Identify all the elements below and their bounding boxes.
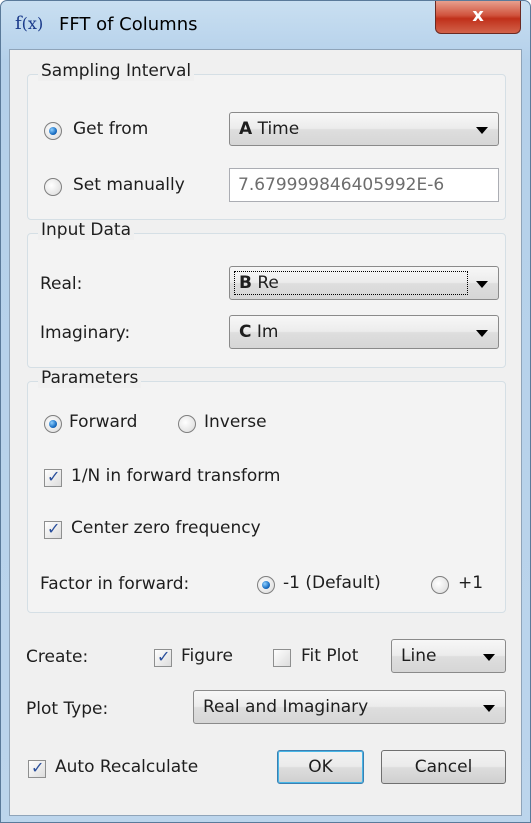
set-manually-label[interactable]: Set manually xyxy=(73,175,185,195)
real-column-key: B xyxy=(239,273,252,293)
window-title: FFT of Columns xyxy=(59,14,198,35)
inverse-radio[interactable] xyxy=(178,415,196,433)
input-data-group: Input Data Real: B Re Imaginary: C Im xyxy=(27,220,506,368)
plot-style-value: Line xyxy=(401,646,437,666)
chevron-down-icon xyxy=(476,281,488,288)
sampling-column-combo[interactable]: A Time xyxy=(229,112,499,146)
function-fx-icon: f(x) xyxy=(15,13,44,34)
figure-label[interactable]: Figure xyxy=(181,646,233,666)
fit-plot-label[interactable]: Fit Plot xyxy=(301,646,358,666)
plot-style-combo[interactable]: Line xyxy=(391,639,506,673)
factor-minus1-label[interactable]: -1 (Default) xyxy=(283,573,381,593)
imaginary-column-key: C xyxy=(239,322,252,342)
parameters-title: Parameters xyxy=(38,368,142,388)
sampling-column-name: Time xyxy=(257,119,300,139)
one-over-n-label[interactable]: 1/N in forward transform xyxy=(71,466,281,486)
fft-dialog-window: f(x) FFT of Columns x Sampling Interval … xyxy=(0,0,531,823)
ok-button[interactable]: OK xyxy=(277,750,364,784)
forward-radio[interactable] xyxy=(44,415,62,433)
one-over-n-checkbox[interactable] xyxy=(44,467,62,487)
chevron-down-icon xyxy=(476,330,488,337)
real-column-combo[interactable]: B Re xyxy=(229,266,499,300)
chevron-down-icon xyxy=(476,127,488,134)
imaginary-column-combo[interactable]: C Im xyxy=(229,315,499,349)
dialog-client-area: Sampling Interval Get from A Time Set ma… xyxy=(9,49,522,816)
imaginary-column-name: Im xyxy=(256,322,279,342)
chevron-down-icon xyxy=(483,654,495,661)
factor-plus1-label[interactable]: +1 xyxy=(458,573,483,593)
get-from-radio[interactable] xyxy=(44,122,62,140)
sampling-column-key: A xyxy=(239,119,253,139)
create-label: Create: xyxy=(26,647,89,667)
inverse-label[interactable]: Inverse xyxy=(204,412,267,432)
imaginary-label: Imaginary: xyxy=(40,323,131,343)
center-zero-checkbox[interactable] xyxy=(44,519,62,539)
plot-type-value: Real and Imaginary xyxy=(203,697,369,717)
chevron-down-icon xyxy=(483,705,495,712)
set-manually-radio[interactable] xyxy=(44,178,62,196)
figure-checkbox[interactable] xyxy=(154,647,172,667)
close-button[interactable]: x xyxy=(435,1,521,34)
factor-plus1-radio[interactable] xyxy=(431,576,449,594)
sampling-interval-group: Sampling Interval Get from A Time Set ma… xyxy=(27,61,506,220)
factor-minus1-radio[interactable] xyxy=(257,576,275,594)
plot-type-label: Plot Type: xyxy=(26,699,109,719)
real-column-name: Re xyxy=(257,273,279,293)
input-data-title: Input Data xyxy=(38,220,135,240)
forward-label[interactable]: Forward xyxy=(69,412,137,432)
real-label: Real: xyxy=(40,274,83,294)
sampling-interval-title: Sampling Interval xyxy=(38,61,195,81)
plot-type-combo[interactable]: Real and Imaginary xyxy=(193,690,506,724)
factor-label: Factor in forward: xyxy=(40,574,190,594)
cancel-button[interactable]: Cancel xyxy=(381,750,506,784)
fit-plot-checkbox[interactable] xyxy=(273,649,291,667)
center-zero-label[interactable]: Center zero frequency xyxy=(71,518,261,538)
auto-recalculate-label[interactable]: Auto Recalculate xyxy=(55,757,198,777)
get-from-label[interactable]: Get from xyxy=(73,119,148,139)
parameters-group: Parameters Forward Inverse 1/N in forwar… xyxy=(27,368,506,613)
sampling-interval-input[interactable]: 7.679999846405992E-6 xyxy=(229,168,499,202)
auto-recalculate-checkbox[interactable] xyxy=(28,758,46,778)
